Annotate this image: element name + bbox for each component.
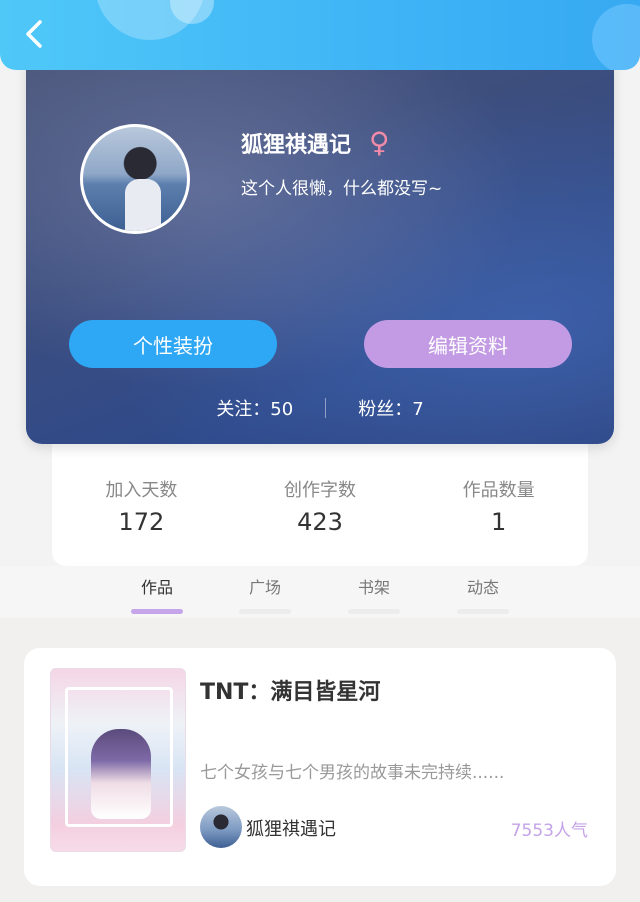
popularity-count: 7553人气	[510, 821, 588, 841]
tab-indicator	[348, 609, 400, 614]
profile-username: 狐狸祺遇记	[241, 132, 352, 158]
decor-bubble	[592, 4, 640, 70]
tab-label: 作品	[140, 578, 173, 597]
author-name[interactable]: 狐狸祺遇记	[246, 815, 336, 841]
tab-label: 书架	[357, 578, 390, 597]
back-button[interactable]	[14, 14, 54, 54]
tab-indicator	[239, 609, 291, 614]
top-bar	[0, 0, 640, 70]
stat-work-count: 作品数量 1	[424, 476, 574, 566]
work-cover-image[interactable]	[50, 668, 186, 852]
stat-label: 创作字数	[283, 480, 356, 501]
stat-value: 172	[118, 508, 165, 536]
tab-label: 广场	[248, 578, 281, 597]
following-count[interactable]: 关注：50	[216, 395, 293, 421]
tab-bookshelf[interactable]: 书架	[334, 574, 414, 614]
stat-label: 作品数量	[462, 480, 535, 501]
author-avatar[interactable]	[200, 806, 242, 848]
stat-join-days: 加入天数 172	[66, 476, 216, 566]
tab-label: 动态	[466, 578, 499, 597]
tab-bar: 作品 广场 书架 动态	[0, 566, 640, 618]
tab-indicator	[457, 609, 509, 614]
tab-activity[interactable]: 动态	[443, 574, 523, 614]
stat-value: 423	[297, 508, 343, 536]
work-card[interactable]: TNT：满目皆星河 七个女孩与七个男孩的故事未完持续...... 狐狸祺遇记 7…	[24, 648, 616, 886]
tab-square[interactable]: 广场	[225, 574, 305, 614]
dress-up-button[interactable]: 个性装扮	[69, 320, 277, 368]
follow-stats: 关注：50 粉丝：7	[26, 390, 614, 426]
stat-label: 加入天数	[105, 480, 178, 501]
avatar[interactable]	[80, 124, 190, 234]
chevron-left-icon	[26, 20, 42, 48]
work-title[interactable]: TNT：满目皆星河	[200, 674, 380, 706]
profile-card: 狐狸祺遇记 ♀ 这个人很懒，什么都没写~ 个性装扮 编辑资料 关注：50 粉丝：…	[26, 50, 614, 444]
divider	[325, 398, 327, 418]
work-description: 七个女孩与七个男孩的故事未完持续......	[200, 763, 505, 783]
tab-works[interactable]: 作品	[117, 574, 197, 614]
stat-value: 1	[491, 508, 507, 536]
cover-figure	[91, 729, 151, 819]
profile-bio: 这个人很懒，什么都没写~	[241, 179, 443, 199]
followers-count[interactable]: 粉丝：7	[358, 395, 423, 421]
profile-username-row: 狐狸祺遇记 ♀	[241, 126, 390, 159]
edit-profile-button[interactable]: 编辑资料	[364, 320, 572, 368]
tab-indicator	[131, 609, 183, 614]
stats-card: 加入天数 172 创作字数 423 作品数量 1	[52, 430, 588, 566]
stat-word-count: 创作字数 423	[245, 476, 395, 566]
female-icon: ♀	[369, 126, 390, 159]
